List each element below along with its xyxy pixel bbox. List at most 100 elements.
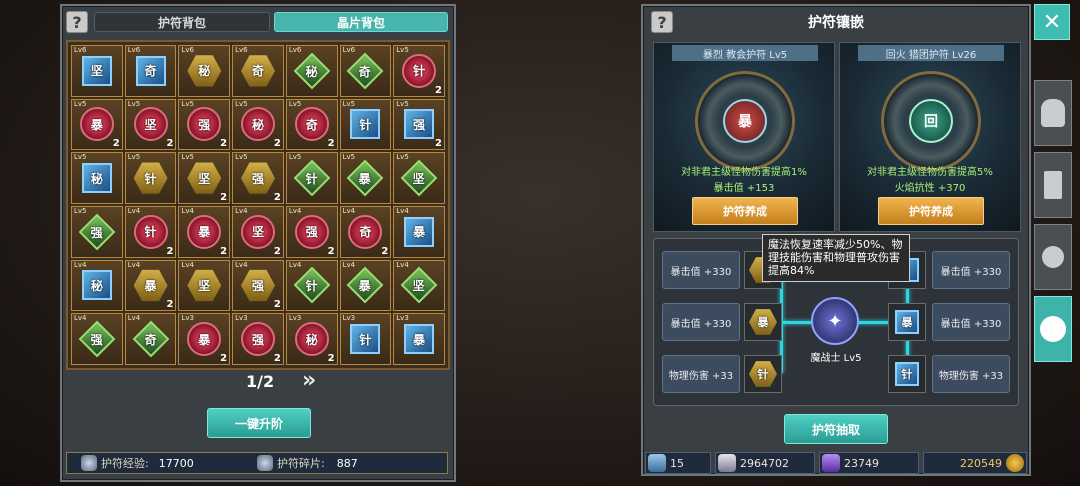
chip-level: Lv5 xyxy=(74,99,87,108)
chip-gem: 暴 xyxy=(187,214,222,249)
chip-slot[interactable]: Lv5 针 2 xyxy=(393,45,445,97)
chip-slot[interactable]: Lv4 坚 xyxy=(178,259,231,312)
chip-slot[interactable]: Lv4 强 2 xyxy=(285,206,338,258)
chip-level: Lv4 xyxy=(235,260,248,269)
chip-slot[interactable]: Lv5 奇 2 xyxy=(285,98,338,151)
chip-glyph: 暴 xyxy=(144,278,157,293)
chip-level: Lv3 xyxy=(181,314,194,323)
chip-slot[interactable]: Lv5 坚 2 xyxy=(124,98,177,151)
charm-effect: 暴击值 +153 xyxy=(713,183,775,194)
chip-slot[interactable]: Lv5 针 xyxy=(124,152,177,204)
chip-level: Lv4 xyxy=(74,314,87,323)
chip-slot[interactable]: Lv5 强 2 xyxy=(178,98,231,151)
chip-slot[interactable]: Lv4 暴 2 xyxy=(124,259,177,312)
chip-slot[interactable]: Lv3 强 2 xyxy=(232,313,284,365)
one-click-upgrade-button[interactable]: 一键升阶 xyxy=(207,408,311,438)
chip-slot[interactable]: Lv5 坚 xyxy=(393,152,445,204)
chip-slot[interactable]: Lv3 暴 2 xyxy=(178,313,231,365)
chip-slot[interactable]: Lv6 秘 xyxy=(178,45,231,97)
chip-slot[interactable]: Lv5 暴 xyxy=(339,152,392,204)
side-tab-weapons[interactable] xyxy=(1034,152,1072,218)
chip-slot[interactable]: Lv4 针 xyxy=(285,259,338,312)
chip-level: Lv3 xyxy=(288,314,302,323)
chip-slot[interactable]: Lv4 暴 xyxy=(393,206,445,258)
chip-slot[interactable]: Lv6 奇 xyxy=(124,45,177,97)
stat-slot: 物理伤害 +33 xyxy=(662,355,740,393)
charm-effect: 火焰抗性 +370 xyxy=(894,183,966,194)
charm-extract-button[interactable]: 护符抽取 xyxy=(784,414,888,444)
chip-slot[interactable]: Lv5 针 xyxy=(339,98,392,151)
resource-status-bar: 护符经验: 17700 护符碎片: 887 xyxy=(66,452,448,474)
chip-gem: 暴 xyxy=(347,267,384,304)
help-icon[interactable]: ? xyxy=(66,11,88,33)
chip-level: Lv6 xyxy=(181,46,194,54)
chip-socket[interactable]: 针 xyxy=(744,355,782,393)
next-page-icon[interactable]: » xyxy=(302,368,316,393)
chip-socket[interactable]: 针 xyxy=(888,355,926,393)
chip-gem: 针 xyxy=(293,267,331,304)
panel-title: 护符镶嵌 xyxy=(808,15,864,31)
chip-gem: 针 xyxy=(133,162,168,194)
core-label: 魔战士 Lv5 xyxy=(810,353,862,364)
tab-charm-backpack[interactable]: 护符背包 xyxy=(94,12,270,32)
side-tab-lantern[interactable] xyxy=(1034,224,1072,290)
chip-count: 2 xyxy=(220,138,228,150)
charm-ring[interactable]: 回 xyxy=(881,71,981,171)
chip-slot[interactable]: Lv3 暴 xyxy=(393,313,445,365)
chip-count: 2 xyxy=(220,353,228,364)
chip-gem: 秘 xyxy=(240,107,275,142)
chip-slot[interactable]: Lv4 秘 xyxy=(71,259,123,312)
chip-slot[interactable]: Lv5 强 2 xyxy=(232,152,284,204)
chip-count: 2 xyxy=(273,192,281,203)
chip-slot[interactable]: Lv5 暴 2 xyxy=(71,98,123,151)
charm-upgrade-button[interactable]: 护符养成 xyxy=(692,197,798,225)
chip-slot[interactable]: Lv6 奇 xyxy=(232,45,284,97)
close-icon[interactable]: ✕ xyxy=(1034,4,1070,40)
chip-slot[interactable]: Lv4 暴 2 xyxy=(178,206,231,258)
side-tab-charm[interactable] xyxy=(1034,296,1072,362)
chip-slot[interactable]: Lv5 坚 2 xyxy=(178,152,231,204)
chip-gem: 针 xyxy=(293,159,331,197)
chip-glyph: 暴 xyxy=(359,278,372,293)
chip-level: Lv4 xyxy=(235,207,248,215)
chip-slot[interactable]: Lv4 坚 xyxy=(393,259,445,312)
side-tab-helmet[interactable] xyxy=(1034,80,1072,146)
chip-glyph: 暴 xyxy=(413,225,426,240)
chip-gem: 坚 xyxy=(187,162,222,194)
chip-level: Lv6 xyxy=(74,46,87,54)
chip-slot[interactable]: Lv4 暴 xyxy=(339,259,392,312)
chip-slot[interactable]: Lv6 坚 xyxy=(71,45,123,97)
chip-gem: 坚 xyxy=(400,159,438,197)
warrior-core-icon[interactable]: ✦ xyxy=(811,297,859,345)
chip-count: 2 xyxy=(220,245,228,257)
chip-level: Lv4 xyxy=(396,207,409,215)
chip-slot[interactable]: Lv4 针 2 xyxy=(124,206,177,258)
chip-slot[interactable]: Lv6 秘 xyxy=(285,45,338,97)
chip-level: Lv3 xyxy=(396,314,409,323)
chip-slot[interactable]: Lv5 强 2 xyxy=(393,98,445,151)
chip-gem: 奇 xyxy=(135,55,166,86)
chip-slot[interactable]: Lv4 强 2 xyxy=(232,259,284,312)
chip-glyph: 强 xyxy=(413,117,426,132)
chip-slot[interactable]: Lv3 秘 2 xyxy=(285,313,338,365)
stat-slot: 暴击值 +330 xyxy=(932,303,1010,341)
chip-slot[interactable]: Lv5 强 xyxy=(71,206,123,258)
chip-slot[interactable]: Lv6 奇 xyxy=(339,45,392,97)
chip-socket[interactable]: 暴 xyxy=(888,303,926,341)
stat-slot: 暴击值 +330 xyxy=(662,251,740,289)
chip-slot[interactable]: Lv4 奇 xyxy=(124,313,177,365)
weapons-icon xyxy=(1044,171,1062,199)
chip-slot[interactable]: Lv4 奇 2 xyxy=(339,206,392,258)
chip-socket[interactable]: 暴 xyxy=(744,303,782,341)
tab-chip-backpack[interactable]: 晶片背包 xyxy=(274,12,448,32)
chip-slot[interactable]: Lv3 针 xyxy=(339,313,392,365)
chip-glyph: 秘 xyxy=(305,64,318,79)
chip-gem: 强 xyxy=(187,107,222,142)
chip-slot[interactable]: Lv4 坚 2 xyxy=(232,206,284,258)
chip-slot[interactable]: Lv5 针 xyxy=(285,152,338,204)
charm-upgrade-button[interactable]: 护符养成 xyxy=(878,197,984,225)
chip-slot[interactable]: Lv5 秘 xyxy=(71,152,123,204)
charm-ring[interactable]: 暴 xyxy=(695,71,795,171)
chip-slot[interactable]: Lv5 秘 2 xyxy=(232,98,284,151)
chip-slot[interactable]: Lv4 强 xyxy=(71,313,123,365)
